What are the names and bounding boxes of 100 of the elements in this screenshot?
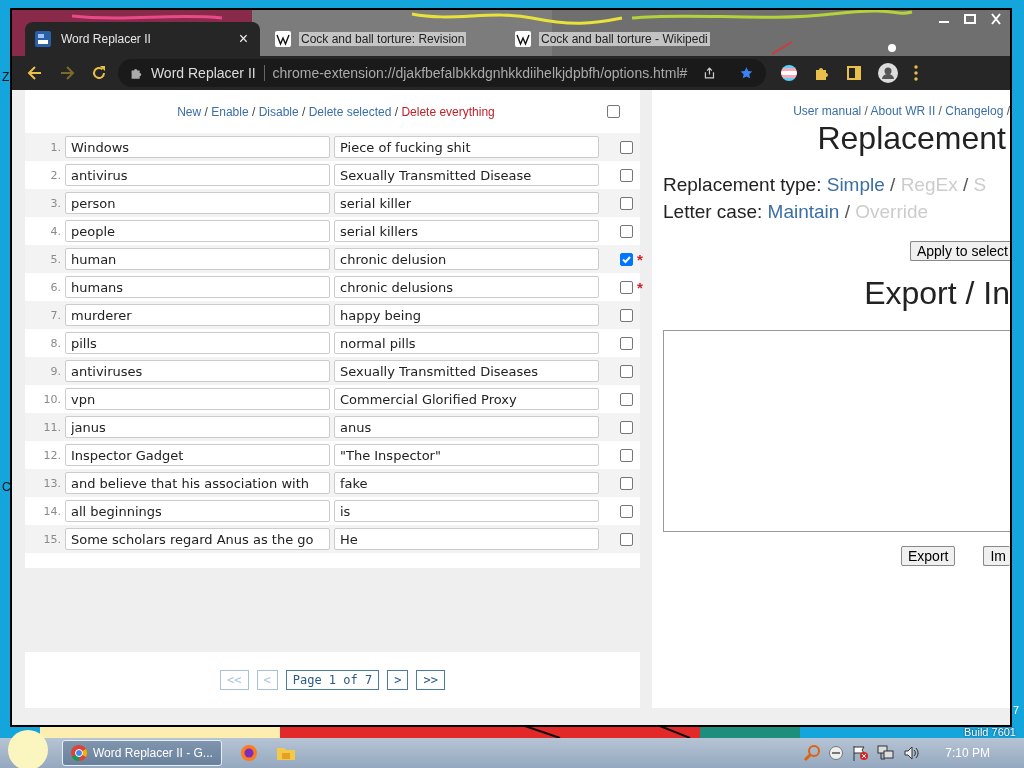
option-link[interactable]: Maintain xyxy=(767,201,840,222)
tab-title: Word Replacer II xyxy=(60,32,152,46)
checkbox[interactable] xyxy=(620,224,633,238)
checkbox[interactable] xyxy=(620,392,633,406)
browser-tab[interactable]: Cock and ball torture - Wikipedi xyxy=(505,22,740,56)
share-icon[interactable] xyxy=(703,65,717,81)
page-button[interactable]: > xyxy=(387,670,409,690)
find-field[interactable]: and believe that his association with xyxy=(65,472,330,494)
find-field[interactable]: pills xyxy=(65,332,330,354)
checkbox[interactable] xyxy=(620,280,633,294)
find-field[interactable]: all beginnings xyxy=(65,500,330,522)
checkbox[interactable] xyxy=(620,252,633,266)
action-link[interactable]: Delete selected xyxy=(308,104,392,119)
checkbox[interactable] xyxy=(620,504,633,518)
find-field[interactable]: murderer xyxy=(65,304,330,326)
checkbox[interactable] xyxy=(620,420,633,434)
replace-field[interactable]: happy being xyxy=(334,304,599,326)
taskbar-window-button[interactable]: Word Replacer II - G... xyxy=(62,740,222,766)
option-label: Letter case: xyxy=(663,201,764,222)
replace-field[interactable]: He xyxy=(334,528,599,550)
minus-circle-icon[interactable] xyxy=(829,746,844,760)
checkbox[interactable] xyxy=(620,168,633,182)
checkbox[interactable] xyxy=(620,196,633,210)
replace-field[interactable]: Piece of fucking shit xyxy=(334,136,599,158)
star-icon[interactable] xyxy=(740,65,754,81)
desktop-text: C xyxy=(2,480,11,494)
checkbox[interactable] xyxy=(620,476,633,490)
row-number: 3. xyxy=(49,196,61,210)
address-bar[interactable]: Word Replacer II chrome-extension://djakfbefalbkkdgnhkkdiihelkjdpbfh/options.html# xyxy=(118,59,766,87)
close-tab-button[interactable]: × xyxy=(236,30,250,48)
desktop-text: 7 xyxy=(1013,704,1020,716)
find-field[interactable]: antiviruses xyxy=(65,360,330,382)
checkbox[interactable] xyxy=(620,308,633,322)
start-button[interactable] xyxy=(8,730,48,768)
replace-field[interactable]: chronic delusions xyxy=(334,276,599,298)
import-button[interactable]: Im xyxy=(983,546,1010,566)
find-field[interactable]: Windows xyxy=(65,136,330,158)
back-icon[interactable] xyxy=(26,64,44,82)
striped-flag-icon[interactable] xyxy=(780,64,798,82)
asterisk: * xyxy=(637,250,644,268)
network-icon[interactable] xyxy=(877,745,896,761)
apply-button[interactable]: Apply to select xyxy=(909,241,1010,261)
side-panel-icon[interactable] xyxy=(846,65,862,81)
asterisk: * xyxy=(637,278,644,296)
page-button[interactable]: >> xyxy=(416,670,445,690)
action-link[interactable]: New xyxy=(177,104,202,119)
replace-field[interactable]: Sexually Transmitted Diseases xyxy=(334,360,599,382)
replace-field[interactable]: anus xyxy=(334,416,599,438)
find-field[interactable]: vpn xyxy=(65,388,330,410)
replace-field[interactable]: fake xyxy=(334,472,599,494)
replace-field[interactable]: chronic delusion xyxy=(334,248,599,270)
find-field[interactable]: Some scholars regard Anus as the go xyxy=(65,528,330,550)
desktop-text: Z xyxy=(2,70,10,84)
separator: / xyxy=(1005,104,1010,118)
checkbox[interactable] xyxy=(607,105,620,118)
checkbox[interactable] xyxy=(620,140,633,154)
replace-field[interactable]: is xyxy=(334,500,599,522)
globe-icon[interactable] xyxy=(240,744,258,762)
menu-icon[interactable] xyxy=(914,65,918,81)
action-link[interactable]: Enable xyxy=(211,104,249,119)
help-link[interactable]: User manual xyxy=(793,104,862,118)
speaker-icon[interactable] xyxy=(903,745,920,761)
replace-field[interactable]: Sexually Transmitted Disease xyxy=(334,164,599,186)
find-field[interactable]: human xyxy=(65,248,330,270)
puzzle-icon[interactable] xyxy=(814,65,830,81)
browser-icon xyxy=(71,745,87,761)
replace-field[interactable]: Commercial Glorified Proxy xyxy=(334,388,599,410)
find-field[interactable]: people xyxy=(65,220,330,242)
checkbox[interactable] xyxy=(620,448,633,462)
find-field[interactable]: Inspector Gadget xyxy=(65,444,330,466)
replace-field[interactable]: normal pills xyxy=(334,332,599,354)
checkbox[interactable] xyxy=(620,336,633,350)
option-label: Replacement type: xyxy=(663,174,823,195)
reload-icon[interactable] xyxy=(90,64,108,82)
separator: / xyxy=(301,104,307,119)
action-link[interactable]: Disable xyxy=(258,104,299,119)
help-link[interactable]: About WR II xyxy=(870,104,936,118)
row-number: 1. xyxy=(49,140,61,154)
checkbox[interactable] xyxy=(620,532,633,546)
help-link[interactable]: Changelog xyxy=(945,104,1004,118)
delete-all-link[interactable]: Delete everything xyxy=(401,104,495,119)
export-button[interactable]: Export xyxy=(900,546,956,566)
profile-icon[interactable] xyxy=(878,63,898,83)
browser-tab[interactable]: Word Replacer II × xyxy=(25,22,260,56)
replace-field[interactable]: serial killers xyxy=(334,220,599,242)
checkbox[interactable] xyxy=(620,364,633,378)
section-heading: Replacement xyxy=(817,120,1006,157)
separator: / xyxy=(203,104,209,119)
find-field[interactable]: janus xyxy=(65,416,330,438)
replace-field[interactable]: serial killer xyxy=(334,192,599,214)
row-number: 4. xyxy=(49,224,61,238)
find-field[interactable]: person xyxy=(65,192,330,214)
w-letter-icon xyxy=(515,31,531,47)
flag-error-icon[interactable] xyxy=(851,745,870,761)
forward-icon[interactable] xyxy=(58,64,76,82)
find-field[interactable]: humans xyxy=(65,276,330,298)
find-field[interactable]: antivirus xyxy=(65,164,330,186)
option-link[interactable]: Simple xyxy=(826,174,885,195)
separator: / xyxy=(843,201,851,222)
replace-field[interactable]: "The Inspector" xyxy=(334,444,599,466)
